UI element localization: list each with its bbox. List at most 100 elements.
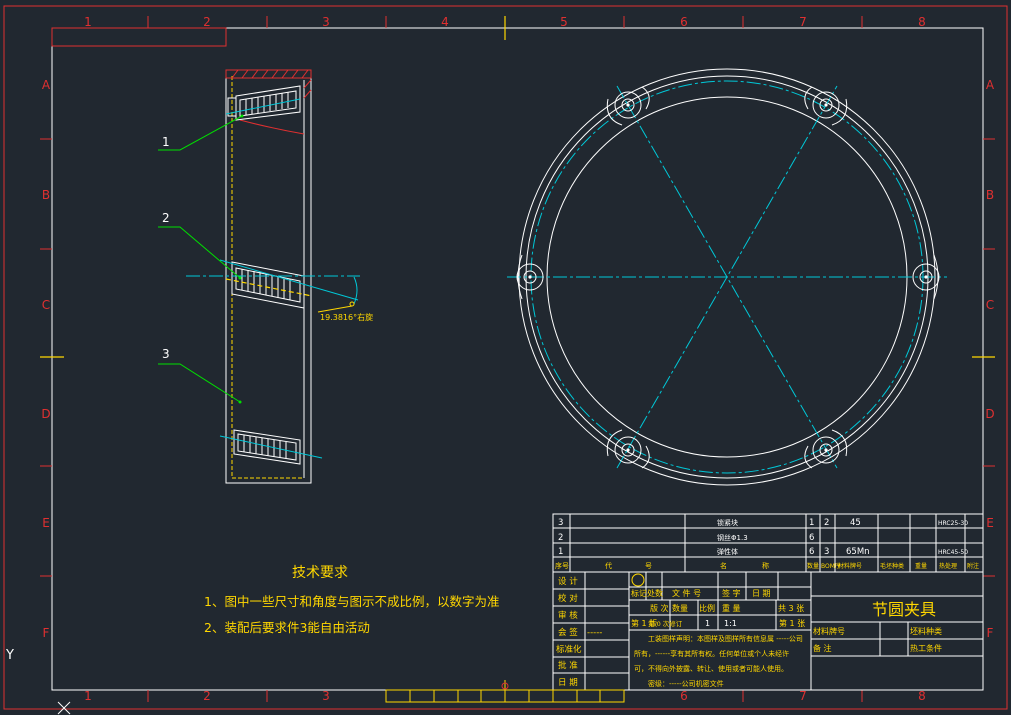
tech-line-2: 2、装配后要求件3能自由活动 [204, 620, 370, 635]
bom-material: 65Mn [846, 547, 870, 557]
col-label-top: 7 [799, 15, 807, 29]
row-label-right: F [987, 626, 994, 640]
col-label-top: 4 [441, 15, 449, 29]
col-label-bottom: 3 [322, 689, 330, 703]
svg-text:名: 名 [720, 561, 727, 570]
row-label-left: D [41, 407, 50, 421]
leader-lines [158, 115, 243, 403]
bom-table: 3 2 1 锁紧块 钢丝Φ1.3 弹性体 1 6 6 2 3 45 65Mn H… [552, 513, 984, 573]
svg-text:第 1 张: 第 1 张 [779, 618, 805, 628]
bom-note: HRC25-30 [938, 520, 968, 527]
svg-text:重量: 重量 [915, 562, 927, 570]
svg-text:处数: 处数 [647, 588, 663, 598]
row-label-right: E [986, 516, 994, 530]
bom-qty: 6 [809, 547, 814, 557]
row-label-right: A [986, 78, 995, 92]
col-label-top: 8 [918, 15, 926, 29]
signoff-standard: 标准化 [556, 644, 582, 655]
col-label-bottom: 2 [203, 689, 211, 703]
leader-label-1: 1 [162, 135, 170, 149]
svg-text:第 0 次修订: 第 0 次修订 [648, 619, 683, 628]
bom-material: 45 [850, 518, 861, 528]
drawing-canvas[interactable]: 1 2 3 4 5 6 7 8 1 2 3 6 7 8 A B C D E F … [0, 0, 1011, 715]
col-label-top: 2 [203, 15, 211, 29]
spring-top [227, 85, 301, 121]
hatch-top [225, 69, 312, 79]
col-label-bottom: 6 [680, 689, 688, 703]
spring-middle [231, 261, 305, 309]
row-label-right: D [985, 407, 994, 421]
svg-text:共 3 张: 共 3 张 [778, 604, 804, 613]
svg-text:日 期: 日 期 [752, 589, 771, 598]
leader-label-2: 2 [162, 211, 170, 225]
outer-border [3, 5, 1008, 710]
helix-angle-label: 19.3816°右旋 [320, 312, 373, 322]
declaration-line-2: 所有，------享有其所有权。任何单位或个人未经许 [634, 649, 789, 658]
svg-text:数量: 数量 [672, 603, 688, 613]
col-label-bottom: 1 [84, 689, 92, 703]
col-label-top: 1 [84, 15, 92, 29]
signoff-date: 日 期 [558, 678, 578, 688]
row-label-left: A [42, 78, 51, 92]
bom-note: HRC45-50 [938, 549, 968, 556]
inner-border [51, 27, 984, 691]
svg-text:代: 代 [605, 561, 612, 570]
signoff-review: 审 核 [558, 610, 578, 621]
svg-text:版 次: 版 次 [650, 603, 669, 613]
center-marks [40, 16, 995, 358]
bom-qty: 1 [809, 518, 814, 528]
row-label-left: E [42, 516, 50, 530]
signoff-approve: 批 准 [558, 660, 578, 671]
declaration-line-4: 密级：-----公司机密文件 [648, 679, 724, 688]
row-label-right: C [986, 298, 994, 312]
col-label-bottom: 8 [918, 689, 926, 703]
col-label-top: 3 [322, 15, 330, 29]
bom-name: 锁紧块 [717, 518, 738, 527]
hidden-line [231, 76, 304, 479]
svg-text:称: 称 [762, 561, 769, 570]
center-lines [186, 98, 360, 459]
ucs-y-label: Y [5, 648, 14, 663]
svg-text:坯料种类: 坯料种类 [910, 626, 942, 636]
section-view[interactable]: 19.3816°右旋 [186, 69, 373, 484]
svg-text:1: 1 [705, 619, 710, 628]
ucs-icon [57, 701, 71, 715]
col-label-top: 5 [560, 15, 568, 29]
col-label-bottom: 7 [799, 689, 807, 703]
plan-view[interactable] [507, 68, 947, 486]
svg-text:签 字: 签 字 [722, 588, 741, 598]
svg-text:备 注: 备 注 [813, 643, 832, 653]
technical-requirements: 技术要求 1、图中一些尺寸和角度与图示不成比例，以数字为准 2、装配后要求件3能… [204, 565, 499, 635]
declaration-line-1: 工装图样声明：本图样及图样所有信息属 -----公司 [648, 634, 803, 643]
title-block: 设 计 校 对 审 核 会 签 标准化 批 准 日 期 ----- 标记 处数 … [552, 571, 984, 691]
bom-no: 3 [558, 518, 563, 528]
code-box [51, 27, 227, 47]
svg-text:毛坯种类: 毛坯种类 [880, 562, 904, 570]
svg-text:热处理: 热处理 [939, 562, 957, 570]
spring-bottom [233, 429, 301, 465]
bom-code: 3 [824, 547, 829, 557]
svg-text:文 件 号: 文 件 号 [672, 588, 701, 598]
declaration-line-3: 可，不得向外披露、转让、使用或者可能人使用。 [634, 664, 788, 673]
leader-label-3: 3 [162, 347, 170, 361]
bom-no: 2 [558, 533, 563, 543]
svg-text:1:1: 1:1 [724, 619, 737, 628]
row-label-left: B [42, 188, 50, 202]
row-label-right: B [986, 188, 994, 202]
svg-text:热工条件: 热工条件 [910, 643, 942, 653]
svg-text:材料牌号: 材料牌号 [813, 626, 845, 636]
svg-text:标记: 标记 [631, 588, 647, 598]
row-label-left: C [42, 298, 50, 312]
svg-text:材料牌号: 材料牌号 [838, 562, 862, 570]
signoff-check: 校 对 [558, 593, 578, 604]
signoff-dash: ----- [587, 628, 602, 638]
svg-text:序号: 序号 [555, 561, 569, 570]
cad-drawing: 1 2 3 4 5 6 7 8 1 2 3 6 7 8 A B C D E F … [3, 5, 1008, 715]
col-label-top: 6 [680, 15, 688, 29]
tech-title: 技术要求 [292, 565, 348, 581]
svg-text:重 量: 重 量 [722, 603, 741, 613]
row-label-left: F [43, 626, 50, 640]
bom-name: 钢丝Φ1.3 [717, 533, 748, 542]
svg-text:号: 号 [645, 562, 652, 570]
bom-name: 弹性体 [717, 547, 738, 556]
